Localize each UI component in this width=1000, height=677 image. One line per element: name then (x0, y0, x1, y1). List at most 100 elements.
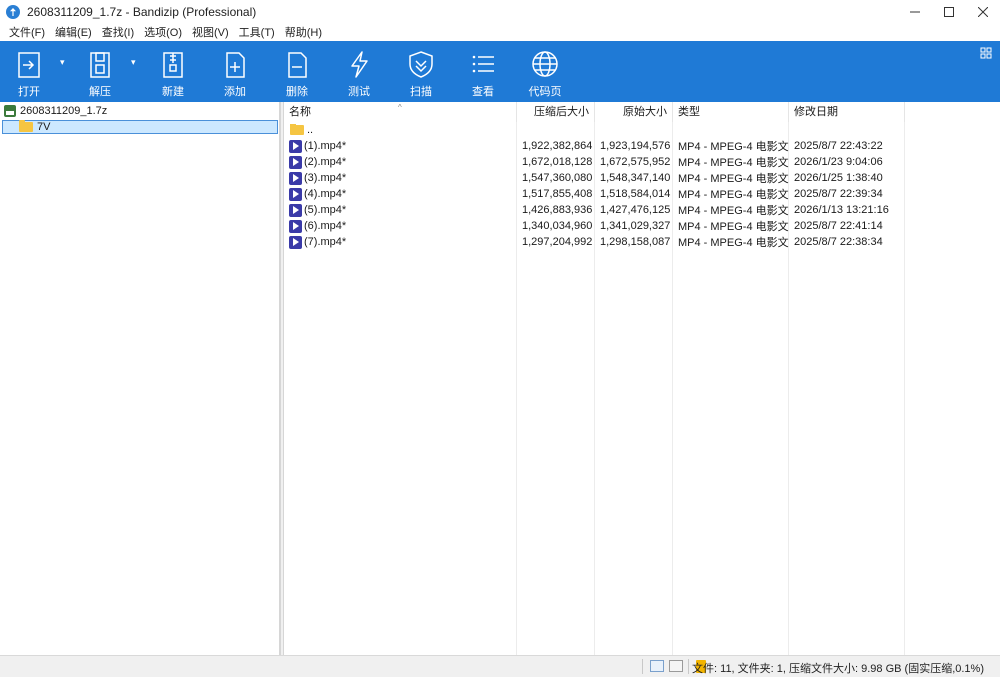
codepage-label: 代码页 (528, 86, 562, 98)
tree-item-label: 7V (37, 121, 51, 133)
open-button[interactable]: 打开 (2, 41, 56, 102)
column-header-original-size[interactable]: 原始大小 (595, 102, 673, 122)
packed-size: 1,547,360,080 (522, 172, 593, 184)
table-row[interactable]: (2).mp4* 1,672,018,128 1,672,575,952 MP4… (284, 154, 1000, 170)
modified-date: 2025/8/7 22:39:34 (794, 188, 883, 200)
packed-size: 1,922,382,864 (522, 140, 593, 152)
codepage-button[interactable]: 代码页 (518, 41, 572, 102)
modified-date: 2025/8/7 22:41:14 (794, 220, 883, 232)
file-type: MP4 - MPEG-4 电影文... (678, 157, 789, 169)
scan-button[interactable]: 扫描 (394, 41, 448, 102)
menu-help[interactable]: 帮助(H) (280, 24, 327, 42)
tree-root-archive[interactable]: 2608311209_1.7z (4, 105, 107, 117)
extract-button[interactable]: 解压 (73, 41, 127, 102)
original-size: 1,518,584,014 (600, 188, 671, 200)
folder-tree: 2608311209_1.7z 7V (0, 102, 280, 655)
test-button[interactable]: 测试 (332, 41, 386, 102)
packed-size: 1,517,855,408 (522, 188, 593, 200)
list-view-icon[interactable] (669, 660, 683, 672)
parent-folder-row[interactable]: .. (284, 122, 1000, 138)
add-file-icon (226, 52, 245, 78)
minimize-button[interactable] (898, 0, 932, 24)
file-name: (6).mp4* (304, 220, 347, 232)
toolbar-menu-icon[interactable] (980, 47, 992, 59)
table-row[interactable]: (6).mp4* 1,340,034,960 1,341,029,327 MP4… (284, 218, 1000, 234)
menu-find[interactable]: 查找(I) (97, 24, 139, 42)
maximize-icon (944, 7, 954, 17)
packed-size: 1,426,883,936 (522, 204, 593, 216)
column-header-type[interactable]: 类型 (673, 102, 789, 122)
tree-item-folder[interactable]: 7V (2, 120, 278, 134)
bandizip-app-icon (6, 5, 20, 19)
delete-button[interactable]: 删除 (270, 41, 324, 102)
modified-date: 2026/1/13 13:21:16 (794, 204, 889, 216)
extract-dropdown-arrow-icon[interactable]: ▾ (131, 57, 141, 67)
open-dropdown-arrow-icon[interactable]: ▾ (60, 57, 70, 67)
window-title: 2608311209_1.7z - Bandizip (Professional… (27, 5, 257, 19)
extract-icon (90, 52, 110, 78)
packed-size: 1,297,204,992 (522, 236, 593, 248)
scan-shield-icon (409, 51, 433, 78)
title-bar: 2608311209_1.7z - Bandizip (Professional… (0, 0, 1000, 24)
file-name: (5).mp4* (304, 204, 347, 216)
open-icon (18, 52, 40, 78)
table-row[interactable]: (7).mp4* 1,297,204,992 1,298,158,087 MP4… (284, 234, 1000, 250)
menu-options[interactable]: 选项(O) (139, 24, 187, 42)
new-archive-label: 新建 (162, 86, 184, 98)
mp4-file-icon (289, 235, 302, 249)
table-row[interactable]: (3).mp4* 1,547,360,080 1,548,347,140 MP4… (284, 170, 1000, 186)
toolbar: 打开 ▾ 解压 ▾ 新建 添加 删除 测试 扫描 查看 代码页 (0, 41, 1000, 102)
parent-folder-label: .. (307, 124, 314, 136)
original-size: 1,672,575,952 (600, 156, 671, 168)
modified-date: 2025/8/7 22:38:34 (794, 236, 883, 248)
scan-label: 扫描 (410, 86, 432, 98)
new-archive-button[interactable]: 新建 (146, 41, 200, 102)
menu-bar: 文件(F) 编辑(E) 查找(I) 选项(O) 视图(V) 工具(T) 帮助(H… (0, 24, 1000, 42)
extract-label: 解压 (89, 86, 111, 98)
file-name: (7).mp4* (304, 236, 347, 248)
codepage-globe-icon (532, 51, 558, 77)
status-bar: 文件: 11, 文件夹: 1, 压缩文件大小: 9.98 GB (固实压缩,0.… (0, 655, 1000, 677)
view-list-icon (472, 55, 494, 73)
delete-file-icon (288, 52, 307, 78)
add-button[interactable]: 添加 (208, 41, 262, 102)
mp4-file-icon (289, 219, 302, 233)
file-list: 名称 ^ 压缩后大小 原始大小 类型 修改日期 .. (1).mp4* 1,92… (284, 102, 1000, 655)
table-row[interactable]: (4).mp4* 1,517,855,408 1,518,584,014 MP4… (284, 186, 1000, 202)
close-button[interactable] (966, 0, 1000, 24)
folder-icon (19, 120, 33, 132)
original-size: 1,923,194,576 (600, 140, 671, 152)
table-row[interactable]: (5).mp4* 1,426,883,936 1,427,476,125 MP4… (284, 202, 1000, 218)
column-header-row: 名称 ^ 压缩后大小 原始大小 类型 修改日期 (284, 102, 1000, 122)
mp4-file-icon (289, 171, 302, 185)
original-size: 1,427,476,125 (600, 204, 671, 216)
tree-root-label: 2608311209_1.7z (20, 105, 108, 117)
mp4-file-icon (289, 139, 302, 153)
menu-tools[interactable]: 工具(T) (234, 24, 280, 42)
file-name: (2).mp4* (304, 156, 347, 168)
column-header-modified[interactable]: 修改日期 (789, 102, 905, 122)
view-button[interactable]: 查看 (456, 41, 510, 102)
open-label: 打开 (18, 86, 40, 98)
modified-date: 2025/8/7 22:43:22 (794, 140, 883, 152)
original-size: 1,298,158,087 (600, 236, 671, 248)
test-lightning-icon (351, 51, 368, 78)
file-name: (4).mp4* (304, 188, 347, 200)
menu-edit[interactable]: 编辑(E) (50, 24, 97, 42)
original-size: 1,548,347,140 (600, 172, 671, 184)
view-label: 查看 (472, 86, 494, 98)
table-row[interactable]: (1).mp4* 1,922,382,864 1,923,194,576 MP4… (284, 138, 1000, 154)
status-separator (688, 659, 689, 674)
details-view-icon[interactable] (650, 660, 664, 672)
mp4-file-icon (289, 155, 302, 169)
status-separator (642, 659, 643, 674)
file-type: MP4 - MPEG-4 电影文... (678, 205, 789, 217)
maximize-button[interactable] (932, 0, 966, 24)
menu-file[interactable]: 文件(F) (4, 24, 50, 42)
sort-ascending-icon: ^ (398, 103, 402, 112)
archive-7z-icon (4, 105, 16, 117)
column-header-packed-size[interactable]: 压缩后大小 (517, 102, 595, 122)
close-icon (978, 7, 988, 17)
column-header-name[interactable]: 名称 ^ (284, 102, 517, 122)
menu-view[interactable]: 视图(V) (187, 24, 234, 42)
